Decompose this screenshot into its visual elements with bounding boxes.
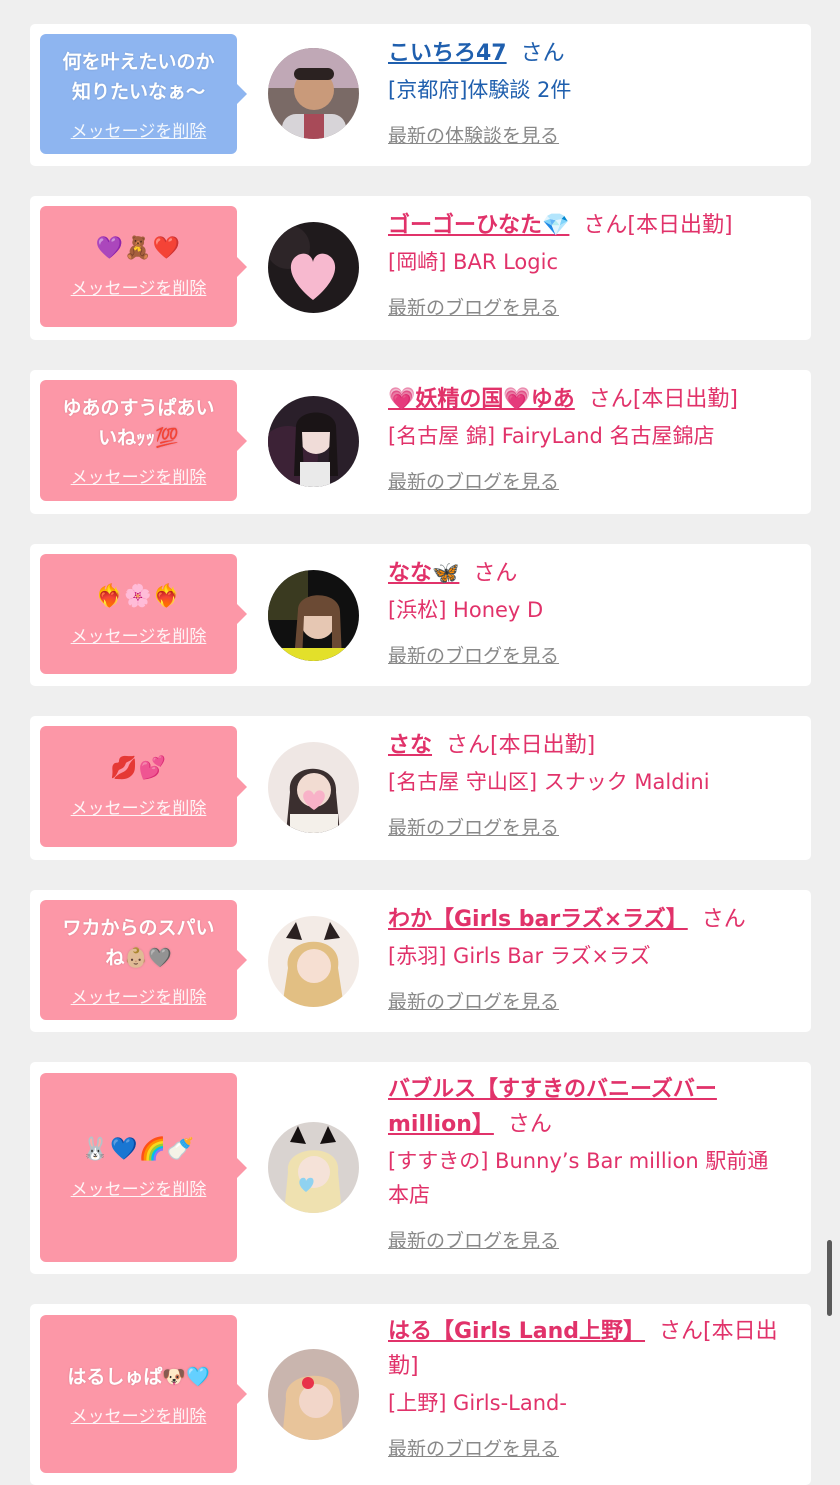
delete-message-link[interactable]: メッセージを削除 <box>71 1175 207 1200</box>
message-text: 何を叶えたいのか 知りたいなぁ〜 <box>62 50 215 103</box>
scrollbar[interactable] <box>827 1240 832 1316</box>
shop-text: [京都府]体験談 2件 <box>388 78 572 102</box>
entry-info: こいちろ47 さん [京都府]体験談 2件 最新の体験談を見る <box>388 36 793 148</box>
latest-link[interactable]: 最新のブログを見る <box>388 293 559 320</box>
entry-info: ゴーゴーひなた💎 さん[本日出勤] [岡崎] BAR Logic 最新のブログを見… <box>388 208 793 320</box>
user-name-link[interactable]: わか【Girls barラズ×ラズ】 <box>388 907 688 932</box>
latest-link[interactable]: 最新のブログを見る <box>388 987 559 1014</box>
honorific: さん <box>473 561 518 586</box>
latest-link[interactable]: 最新の体験談を見る <box>388 121 559 148</box>
entry-info: わか【Girls barラズ×ラズ】 さん [赤羽] Girls Bar ラズ×ラ… <box>388 902 793 1014</box>
latest-link[interactable]: 最新のブログを見る <box>388 813 559 840</box>
list-item: 🐰💙🌈🍼 メッセージを削除 バブルス【すすきのバニーズバー million】 さん… <box>30 1062 811 1274</box>
shop-text: [名古屋 守山区] スナック Maldini <box>388 770 710 794</box>
message-text: ❤️‍🔥🌸❤️‍🔥 <box>95 583 182 609</box>
message-bubble: 🐰💙🌈🍼 メッセージを削除 <box>40 1073 247 1262</box>
message-text: 🐰💙🌈🍼 <box>81 1137 196 1162</box>
honorific: さん <box>659 1319 704 1344</box>
avatar[interactable] <box>268 396 359 487</box>
avatar[interactable] <box>268 1349 359 1440</box>
honorific: さん <box>520 41 565 66</box>
delete-message-link[interactable]: メッセージを削除 <box>71 463 207 488</box>
list-item: ゆあのすうぱあい いねｯｯ💯 メッセージを削除 💗妖精の国💗ゆあ さん[本日出勤]… <box>30 370 811 514</box>
honorific: さん <box>701 907 746 932</box>
avatar[interactable] <box>268 570 359 661</box>
delete-message-link[interactable]: メッセージを削除 <box>71 1402 207 1427</box>
user-name-link[interactable]: 💗妖精の国💗ゆあ <box>388 387 575 412</box>
user-name-link[interactable]: バブルス【すすきのバニーズバー <box>388 1077 717 1102</box>
message-text: はるしゅぱ🐶🩵 <box>67 1365 210 1388</box>
avatar[interactable] <box>268 742 359 833</box>
list-item: 💋💕 メッセージを削除 さな さん[本日出勤] [名古屋 守山区] スナック Ma… <box>30 716 811 860</box>
user-name-link[interactable]: million】 <box>388 1112 494 1137</box>
message-bubble: はるしゅぱ🐶🩵 メッセージを削除 <box>40 1315 247 1473</box>
list-item: はるしゅぱ🐶🩵 メッセージを削除 はる【Girls Land上野】 さん[本日出 … <box>30 1304 811 1485</box>
avatar[interactable] <box>268 222 359 313</box>
message-text: ゆあのすうぱあい いねｯｯ💯 <box>62 397 215 449</box>
user-name-link[interactable]: さな <box>388 733 432 758</box>
user-name-link[interactable]: はる【Girls Land上野】 <box>388 1319 645 1344</box>
message-bubble: 何を叶えたいのか 知りたいなぁ〜 メッセージを削除 <box>40 34 247 154</box>
shop-text: [名古屋 錦] FairyLand 名古屋錦店 <box>388 424 715 448</box>
delete-message-link[interactable]: メッセージを削除 <box>71 622 207 647</box>
status-badge-continued: 勤] <box>388 1354 419 1379</box>
entry-info: 💗妖精の国💗ゆあ さん[本日出勤] [名古屋 錦] FairyLand 名古屋錦店… <box>388 382 793 494</box>
entry-info: なな🦋 さん [浜松] Honey D 最新のブログを見る <box>388 556 793 668</box>
message-bubble: ❤️‍🔥🌸❤️‍🔥 メッセージを削除 <box>40 554 247 674</box>
latest-link[interactable]: 最新のブログを見る <box>388 1226 559 1253</box>
message-bubble: 💜🧸❤️ メッセージを削除 <box>40 206 247 327</box>
status-badge: [本日出勤] <box>627 213 733 238</box>
shop-text: [すすきの] Bunny’s Bar million 駅前通 本店 <box>388 1149 769 1207</box>
entry-info: バブルス【すすきのバニーズバー million】 さん [すすきの] Bunny’… <box>388 1072 793 1253</box>
delete-message-link[interactable]: メッセージを削除 <box>71 274 207 299</box>
delete-message-link[interactable]: メッセージを削除 <box>71 117 207 142</box>
latest-link[interactable]: 最新のブログを見る <box>388 641 559 668</box>
status-badge: [本日出 <box>703 1319 778 1344</box>
message-text: ワカからのスパい ね👶🏼🩶 <box>62 916 215 969</box>
latest-link[interactable]: 最新のブログを見る <box>388 1434 559 1461</box>
message-bubble: ゆあのすうぱあい いねｯｯ💯 メッセージを削除 <box>40 380 247 501</box>
honorific: さん <box>507 1112 552 1137</box>
status-badge: [本日出勤] <box>490 733 596 758</box>
honorific: さん <box>583 213 628 238</box>
message-bubble: 💋💕 メッセージを削除 <box>40 726 247 847</box>
message-bubble: ワカからのスパい ね👶🏼🩶 メッセージを削除 <box>40 900 247 1020</box>
user-name-link[interactable]: こいちろ47 <box>388 41 507 66</box>
user-name-link[interactable]: ゴーゴーひなた💎 <box>388 213 569 238</box>
shop-text: [浜松] Honey D <box>388 598 544 622</box>
list-item: ワカからのスパい ね👶🏼🩶 メッセージを削除 わか【Girls barラズ×ラズ… <box>30 890 811 1032</box>
shop-text: [岡崎] BAR Logic <box>388 250 558 274</box>
list-item: 💜🧸❤️ メッセージを削除 ゴーゴーひなた💎 さん[本日出勤] [岡崎] BAR … <box>30 196 811 340</box>
honorific: さん <box>588 387 633 412</box>
list-item: ❤️‍🔥🌸❤️‍🔥 メッセージを削除 なな🦋 さん [浜松] Honey D 最新… <box>30 544 811 686</box>
message-text: 💜🧸❤️ <box>95 236 182 261</box>
status-badge: [本日出勤] <box>632 387 738 412</box>
avatar[interactable] <box>268 48 359 139</box>
avatar[interactable] <box>268 916 359 1007</box>
message-text: 💋💕 <box>110 756 167 781</box>
honorific: さん <box>446 733 491 758</box>
shop-text: [赤羽] Girls Bar ラズ×ラズ <box>388 944 651 968</box>
entry-info: はる【Girls Land上野】 さん[本日出 勤] [上野] Girls-Lan… <box>388 1314 793 1461</box>
shop-text: [上野] Girls-Land- <box>388 1391 567 1415</box>
delete-message-link[interactable]: メッセージを削除 <box>71 983 207 1008</box>
avatar[interactable] <box>268 1122 359 1213</box>
entry-info: さな さん[本日出勤] [名古屋 守山区] スナック Maldini 最新のブログ… <box>388 728 793 840</box>
list-item: 何を叶えたいのか 知りたいなぁ〜 メッセージを削除 こいちろ47 さん [京都府]… <box>30 24 811 166</box>
delete-message-link[interactable]: メッセージを削除 <box>71 794 207 819</box>
user-name-link[interactable]: なな🦋 <box>388 561 459 586</box>
latest-link[interactable]: 最新のブログを見る <box>388 467 559 494</box>
